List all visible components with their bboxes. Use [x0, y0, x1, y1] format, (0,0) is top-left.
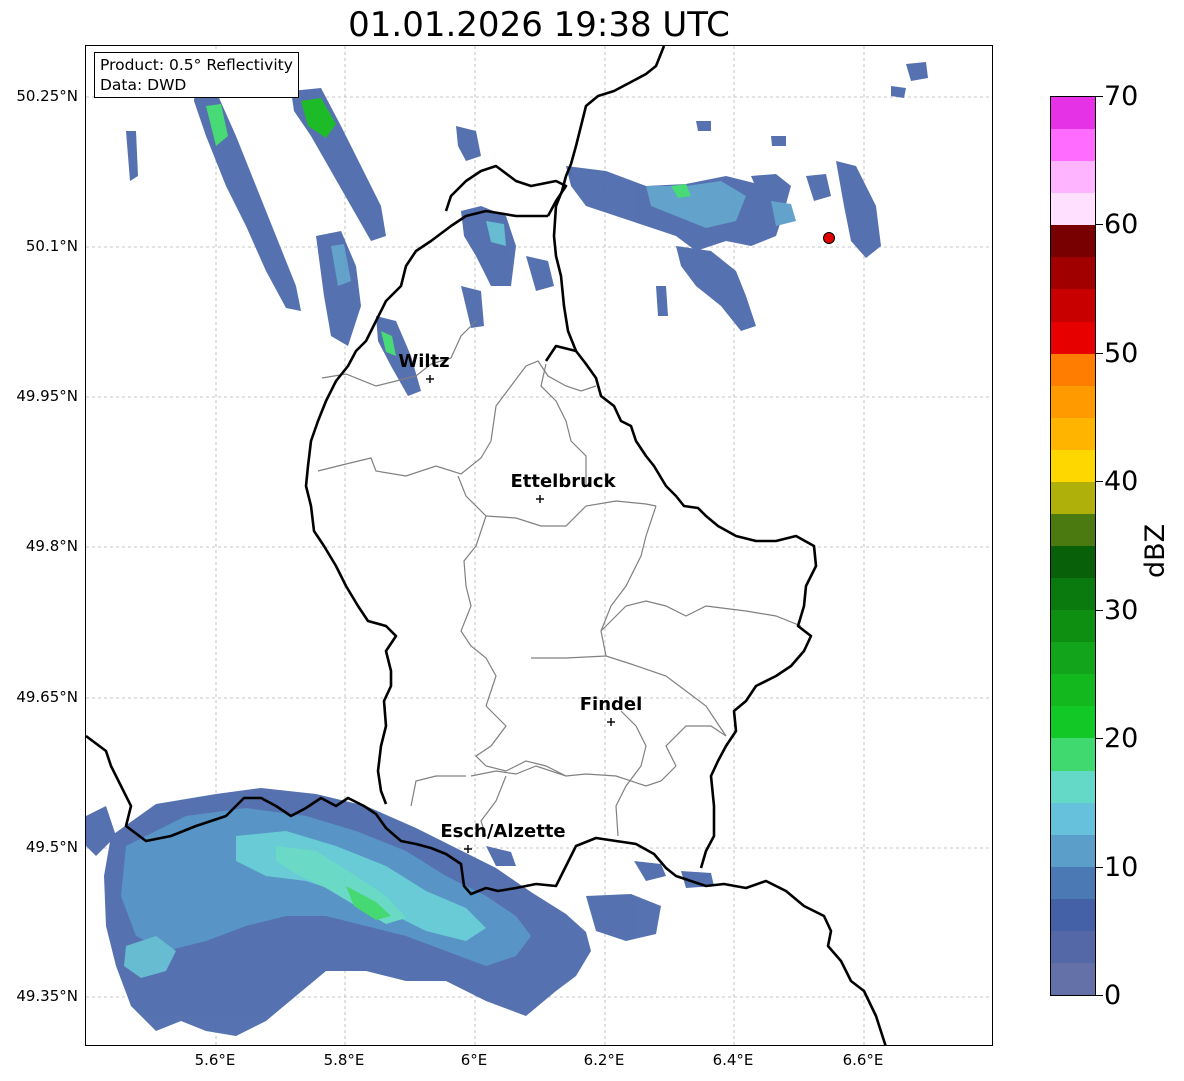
- colorbar-step: [1051, 610, 1095, 643]
- colorbar-step: [1051, 449, 1095, 483]
- colorbar-step: [1051, 129, 1095, 162]
- colorbar-unit-label: dBZ: [1140, 523, 1171, 578]
- colorbar-tick-label: 30: [1104, 595, 1139, 626]
- colorbar: [1050, 96, 1096, 996]
- colorbar-step: [1051, 706, 1095, 739]
- colorbar-tickmark: [1096, 738, 1103, 739]
- lat-label: 49.35°N: [16, 987, 78, 1005]
- colorbar-step: [1051, 161, 1095, 194]
- colorbar-tick-label: 0: [1104, 980, 1122, 1011]
- colorbar-tick-label: 70: [1104, 81, 1139, 112]
- colorbar-step: [1051, 546, 1095, 579]
- map-title: 01.01.2026 19:38 UTC: [348, 5, 730, 45]
- colorbar-step: [1051, 738, 1095, 771]
- lon-label: 6°E: [460, 1051, 488, 1069]
- lat-label: 49.65°N: [16, 688, 78, 706]
- radar-echo-northwest: [126, 81, 554, 396]
- colorbar-tickmark: [1096, 481, 1103, 482]
- city-markers: [426, 375, 615, 853]
- colorbar-tickmark: [1096, 96, 1103, 97]
- radar-echo-northeast: [566, 62, 928, 331]
- lon-label: 6.4°E: [712, 1051, 754, 1069]
- colorbar-tick-label: 60: [1104, 209, 1139, 240]
- colorbar-step: [1051, 513, 1095, 547]
- colorbar-step: [1051, 866, 1095, 900]
- lon-label: 6.6°E: [842, 1051, 884, 1069]
- colorbar-tick-label: 10: [1104, 852, 1139, 883]
- colorbar-step: [1051, 802, 1095, 836]
- radar-echo-southwest: [86, 788, 714, 1036]
- product-label: Product: 0.5° Reflectivity: [100, 56, 293, 74]
- city-label-findel: Findel: [579, 694, 643, 715]
- colorbar-step: [1051, 385, 1095, 419]
- colorbar-step: [1051, 481, 1095, 515]
- colorbar-step: [1051, 97, 1095, 130]
- colorbar-tickmark: [1096, 353, 1103, 354]
- colorbar-tick-label: 20: [1104, 723, 1139, 754]
- city-label-wiltz: Wiltz: [398, 351, 450, 372]
- radar-site-marker: [823, 232, 835, 244]
- colorbar-step: [1051, 417, 1095, 451]
- lat-label: 49.8°N: [25, 537, 78, 555]
- colorbar-step: [1051, 257, 1095, 290]
- colorbar-step: [1051, 578, 1095, 611]
- lat-label: 50.25°N: [16, 87, 78, 105]
- colorbar-step: [1051, 642, 1095, 675]
- source-label: Data: DWD: [100, 76, 187, 94]
- colorbar-step: [1051, 289, 1095, 322]
- city-label-ettelbruck: Ettelbruck: [510, 471, 616, 492]
- colorbar-step: [1051, 834, 1095, 868]
- colorbar-step: [1051, 225, 1095, 258]
- colorbar-step: [1051, 898, 1095, 932]
- colorbar-step: [1051, 770, 1095, 804]
- colorbar-step: [1051, 353, 1095, 387]
- colorbar-tick-label: 40: [1104, 466, 1139, 497]
- colorbar-tickmark: [1096, 224, 1103, 225]
- colorbar-step: [1051, 962, 1095, 996]
- lon-label: 5.6°E: [194, 1051, 236, 1069]
- lon-label: 6.2°E: [583, 1051, 625, 1069]
- lat-label: 49.95°N: [16, 387, 78, 405]
- colorbar-tickmark: [1096, 995, 1103, 996]
- lat-label: 50.1°N: [25, 237, 78, 255]
- info-box: Product: 0.5° Reflectivity Data: DWD: [94, 52, 299, 98]
- lon-label: 5.8°E: [323, 1051, 365, 1069]
- colorbar-tickmark: [1096, 610, 1103, 611]
- colorbar-step: [1051, 674, 1095, 707]
- map-panel[interactable]: [85, 45, 993, 1046]
- colorbar-tick-label: 50: [1104, 338, 1139, 369]
- colorbar-step: [1051, 193, 1095, 226]
- map-canvas[interactable]: [86, 46, 993, 1046]
- city-label-esch-alzette: Esch/Alzette: [440, 821, 566, 842]
- canton-boundaries: [317, 320, 802, 837]
- colorbar-step: [1051, 321, 1095, 355]
- colorbar-tickmark: [1096, 867, 1103, 868]
- lat-label: 49.5°N: [25, 838, 78, 856]
- colorbar-step: [1051, 930, 1095, 964]
